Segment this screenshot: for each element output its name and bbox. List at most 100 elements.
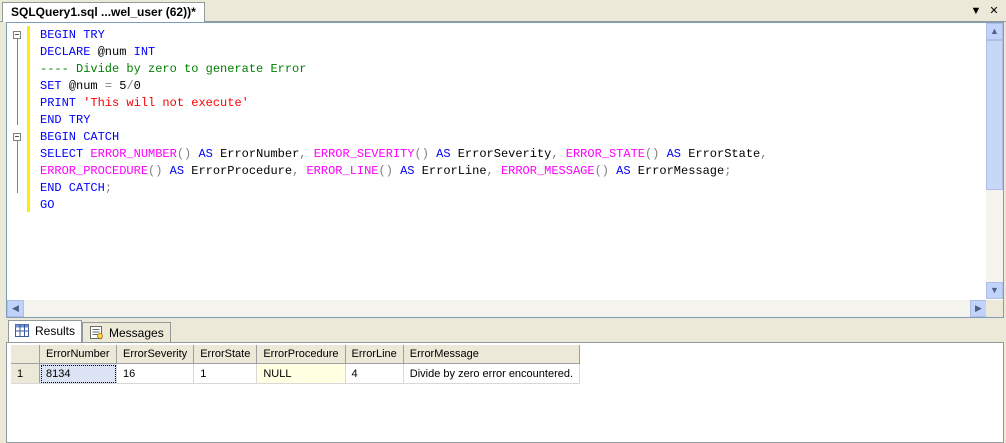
results-tabstrip: Results Messages bbox=[6, 320, 1004, 342]
code-token: ERROR_PROCEDURE bbox=[40, 164, 149, 178]
tab-list-dropdown-icon[interactable]: ▼ bbox=[968, 3, 984, 19]
code-line[interactable]: ---- Divide by zero to generate Error bbox=[7, 61, 987, 78]
column-header[interactable]: ErrorState bbox=[193, 345, 258, 364]
code-token: GO bbox=[40, 198, 55, 212]
code-token: ERROR_NUMBER bbox=[90, 147, 177, 161]
code-line[interactable]: ERROR_PROCEDURE() AS ErrorProcedure, ERR… bbox=[7, 163, 987, 180]
code-line[interactable]: END CATCH; bbox=[7, 180, 987, 197]
code-text: BEGIN CATCH bbox=[40, 130, 119, 145]
grid-cell[interactable]: 16 bbox=[116, 363, 195, 384]
code-token: SET bbox=[40, 79, 69, 93]
code-token: ErrorNumber bbox=[220, 147, 300, 161]
code-token: ERROR_SEVERITY bbox=[313, 147, 415, 161]
scroll-right-button[interactable]: ▶ bbox=[970, 300, 987, 317]
close-document-icon[interactable]: ✕ bbox=[986, 3, 1002, 19]
grid-icon bbox=[15, 324, 29, 337]
code-line[interactable]: SET @num = 5/0 bbox=[7, 78, 987, 95]
code-text: PRINT 'This will not execute' bbox=[40, 96, 249, 111]
code-token: SELECT bbox=[40, 147, 91, 161]
code-token: () bbox=[414, 147, 437, 161]
code-token: AS bbox=[400, 164, 422, 178]
grid-cell[interactable]: NULL bbox=[256, 363, 346, 384]
code-text: GO bbox=[40, 198, 54, 213]
code-token: @num bbox=[68, 79, 105, 93]
code-token: ERROR_LINE bbox=[306, 164, 379, 178]
code-line[interactable]: DECLARE @num INT bbox=[7, 44, 987, 61]
results-grid-pane[interactable]: ErrorNumber ErrorSeverity ErrorState Err… bbox=[6, 342, 1004, 443]
tab-messages[interactable]: Messages bbox=[82, 322, 171, 342]
code-token: () bbox=[644, 147, 667, 161]
code-text: ERROR_PROCEDURE() AS ErrorProcedure, ERR… bbox=[40, 164, 731, 179]
code-text: END TRY bbox=[40, 113, 90, 128]
code-token: AS bbox=[169, 164, 192, 178]
scroll-down-button[interactable]: ▼ bbox=[986, 282, 1003, 299]
code-line[interactable]: GO bbox=[7, 197, 987, 214]
code-token: AS bbox=[616, 164, 638, 178]
code-token: () bbox=[148, 164, 170, 178]
code-token: () bbox=[176, 147, 199, 161]
column-header[interactable]: ErrorSeverity bbox=[116, 345, 195, 364]
code-text: DECLARE @num INT bbox=[40, 45, 155, 60]
grid-cell[interactable]: Divide by zero error encountered. bbox=[403, 363, 581, 384]
scroll-left-button[interactable]: ◀ bbox=[7, 300, 24, 317]
editor-horizontal-scrollbar[interactable]: ◀ ▶ bbox=[7, 300, 987, 317]
scrollbar-corner bbox=[986, 300, 1003, 317]
code-line[interactable]: − BEGIN TRY bbox=[7, 27, 987, 44]
code-text: SET @num = 5/0 bbox=[40, 79, 141, 94]
code-token: 'This will not execute' bbox=[83, 96, 249, 110]
code-token: ---- Divide by zero to generate Error bbox=[40, 62, 307, 76]
tab-results[interactable]: Results bbox=[8, 320, 83, 342]
code-token: PRINT bbox=[40, 96, 84, 110]
code-token: , bbox=[486, 164, 501, 178]
row-header-corner[interactable] bbox=[11, 345, 40, 364]
column-header[interactable]: ErrorLine bbox=[345, 345, 404, 364]
code-line[interactable]: SELECT ERROR_NUMBER() AS ErrorNumber, ER… bbox=[7, 146, 987, 163]
editor-vertical-scrollbar[interactable]: ▲ ▼ bbox=[986, 23, 1003, 299]
code-token: , bbox=[299, 147, 314, 161]
scroll-thumb-vertical[interactable] bbox=[986, 40, 1003, 190]
collapse-region-icon[interactable]: − bbox=[13, 31, 21, 39]
table-row[interactable]: 1 8134 16 1 NULL 4 Divide by zero error … bbox=[11, 363, 581, 384]
column-header[interactable]: ErrorMessage bbox=[403, 345, 581, 364]
fold-guide-line bbox=[17, 141, 18, 193]
code-token: ; bbox=[724, 164, 732, 178]
code-area[interactable]: − BEGIN TRY DECLARE @num INT ---- Divide by… bbox=[7, 23, 987, 299]
code-token: BEGIN TRY bbox=[40, 28, 105, 42]
code-token: ERROR_MESSAGE bbox=[500, 164, 595, 178]
query-document-tab[interactable]: SQLQuery1.sql ...wel_user (62))* bbox=[2, 2, 205, 22]
tab-messages-label: Messages bbox=[109, 326, 164, 340]
column-header[interactable]: ErrorNumber bbox=[39, 345, 117, 364]
row-number[interactable]: 1 bbox=[11, 363, 40, 384]
code-token: AS bbox=[436, 147, 458, 161]
code-token: , bbox=[760, 147, 768, 161]
code-token: 0 bbox=[133, 79, 141, 93]
query-editor[interactable]: − BEGIN TRY DECLARE @num INT ---- Divide by… bbox=[6, 22, 1004, 318]
code-token: ErrorLine bbox=[421, 164, 487, 178]
code-token: , bbox=[551, 147, 566, 161]
code-token: () bbox=[378, 164, 401, 178]
document-tabstrip: SQLQuery1.sql ...wel_user (62))* ▼ ✕ bbox=[0, 0, 1006, 22]
code-token: AS bbox=[198, 147, 221, 161]
column-header[interactable]: ErrorProcedure bbox=[256, 345, 346, 364]
code-token: AS bbox=[666, 147, 689, 161]
code-token: END TRY bbox=[40, 113, 91, 127]
code-line[interactable]: END TRY bbox=[7, 112, 987, 129]
code-token: ErrorState bbox=[688, 147, 761, 161]
collapse-region-icon[interactable]: − bbox=[13, 133, 21, 141]
results-grid[interactable]: ErrorNumber ErrorSeverity ErrorState Err… bbox=[11, 345, 581, 384]
code-token: ErrorProcedure bbox=[191, 164, 293, 178]
scroll-up-button[interactable]: ▲ bbox=[986, 23, 1003, 40]
code-line[interactable]: − BEGIN CATCH bbox=[7, 129, 987, 146]
code-text: ---- Divide by zero to generate Error bbox=[40, 62, 306, 77]
code-line[interactable]: PRINT 'This will not execute' bbox=[7, 95, 987, 112]
messages-icon bbox=[90, 326, 103, 339]
grid-cell[interactable]: 1 bbox=[193, 363, 258, 384]
grid-cell[interactable]: 4 bbox=[345, 363, 404, 384]
code-token: ErrorSeverity bbox=[457, 147, 552, 161]
grid-cell[interactable]: 8134 bbox=[39, 363, 117, 384]
code-token: / bbox=[126, 79, 134, 93]
grid-header-row: ErrorNumber ErrorSeverity ErrorState Err… bbox=[11, 345, 581, 364]
code-text: BEGIN TRY bbox=[40, 28, 105, 43]
code-token: @num bbox=[97, 45, 134, 59]
code-token: () bbox=[594, 164, 617, 178]
